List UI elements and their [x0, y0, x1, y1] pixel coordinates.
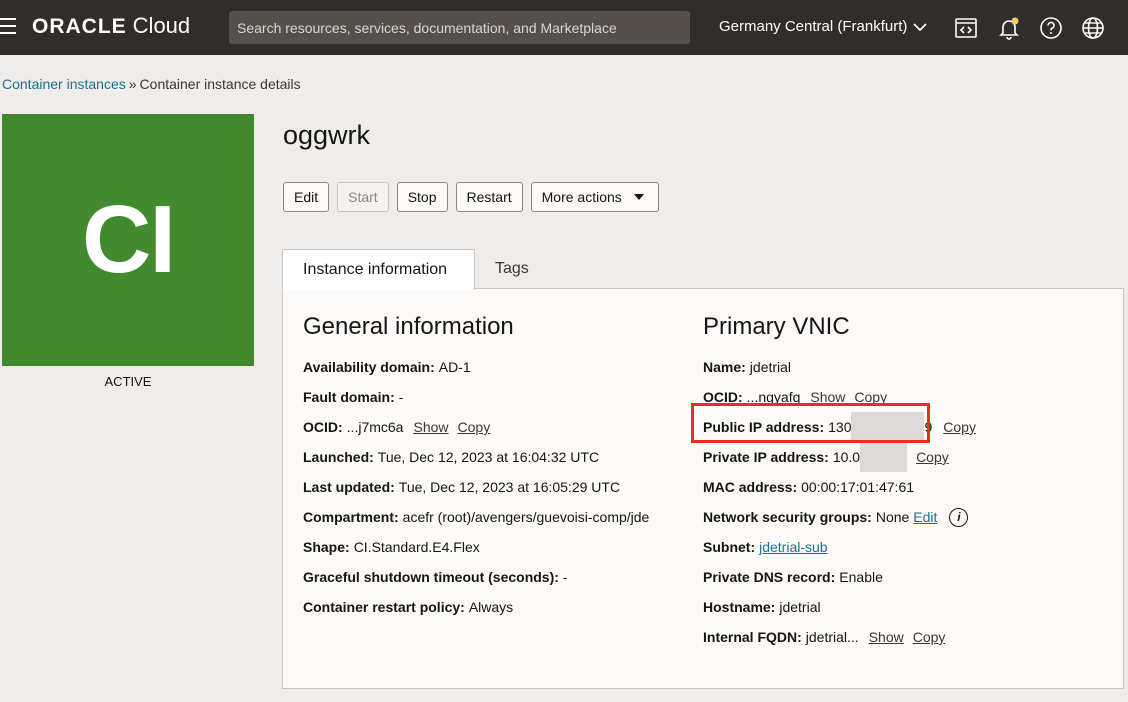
fqdn-show-link[interactable]: Show: [869, 629, 904, 645]
chevron-down-icon: [913, 22, 928, 31]
search-input[interactable]: [229, 11, 690, 44]
instance-badge: CI: [2, 114, 254, 366]
breadcrumb: Container instances» Container instance d…: [2, 76, 301, 92]
action-bar: Edit Start Stop Restart More actions: [283, 182, 667, 212]
primary-vnic-heading: Primary VNIC: [703, 313, 850, 340]
menu-icon[interactable]: [0, 18, 16, 36]
ocid-show-link[interactable]: Show: [413, 419, 448, 435]
breadcrumb-container-instances[interactable]: Container instances: [2, 76, 126, 92]
nsg-edit-link[interactable]: Edit: [913, 509, 937, 525]
tab-instance-information[interactable]: Instance information: [282, 249, 475, 290]
top-navigation-bar: ORACLE Cloud Germany Central (Frankfurt): [0, 0, 1128, 55]
availability-domain-row: Availability domain: AD-1: [303, 359, 471, 375]
bell-icon[interactable]: [994, 13, 1024, 43]
help-icon[interactable]: [1036, 13, 1066, 43]
fault-domain-row: Fault domain: -: [303, 389, 404, 405]
brand-cloud: Cloud: [132, 13, 191, 38]
caret-down-icon: [633, 194, 644, 200]
primary-vnic-section: Primary VNIC Name: jdetrial OCID: ...ngyaf…: [703, 313, 976, 652]
general-information-heading: General information: [303, 313, 514, 340]
network-security-groups-row: Network security groups: None Edit i: [703, 502, 976, 532]
oracle-cloud-logo[interactable]: ORACLE Cloud: [32, 13, 190, 39]
general-information-section: General information Availability domain:…: [303, 313, 649, 622]
globe-icon[interactable]: [1078, 13, 1108, 43]
breadcrumb-separator: »: [128, 76, 137, 92]
private-dns-row: Private DNS record: Enable: [703, 569, 883, 585]
graceful-shutdown-row: Graceful shutdown timeout (seconds): -: [303, 569, 568, 585]
more-actions-button[interactable]: More actions: [530, 182, 659, 212]
instance-badge-text: CI: [82, 186, 176, 293]
details-panel: General information Availability domain:…: [282, 288, 1124, 689]
info-icon[interactable]: i: [949, 507, 969, 527]
compartment-row: Compartment: acefr (root)/avengers/guevoi…: [303, 509, 650, 525]
breadcrumb-current: Container instance details: [139, 76, 301, 92]
code-editor-icon[interactable]: [951, 13, 981, 43]
private-ip-row: Private IP address: 10.0 Copy: [703, 442, 976, 472]
ocid-row: OCID: ...j7mc6a Show Copy: [303, 419, 491, 435]
tab-tags[interactable]: Tags: [495, 249, 529, 289]
private-ip-copy-link[interactable]: Copy: [916, 449, 949, 465]
highlight-box: [691, 403, 930, 443]
stop-button[interactable]: Stop: [396, 182, 448, 212]
start-button[interactable]: Start: [337, 182, 389, 212]
subnet-row: Subnet: jdetrial-sub: [703, 539, 828, 555]
instance-state: ACTIVE: [104, 374, 152, 389]
region-label: Germany Central (Frankfurt): [719, 18, 908, 35]
fqdn-copy-link[interactable]: Copy: [913, 629, 946, 645]
region-selector[interactable]: Germany Central (Frankfurt): [719, 18, 928, 35]
restart-policy-row: Container restart policy: Always: [303, 599, 514, 615]
hostname-row: Hostname: jdetrial: [703, 599, 821, 615]
subnet-link[interactable]: jdetrial-sub: [759, 539, 827, 555]
restart-button[interactable]: Restart: [455, 182, 523, 212]
edit-button[interactable]: Edit: [283, 182, 330, 212]
ocid-copy-link[interactable]: Copy: [458, 419, 491, 435]
launched-row: Launched: Tue, Dec 12, 2023 at 16:04:32 U…: [303, 449, 600, 465]
public-ip-copy-link[interactable]: Copy: [943, 419, 976, 435]
more-actions-label: More actions: [541, 189, 622, 205]
shape-row: Shape: CI.Standard.E4.Flex: [303, 539, 480, 555]
last-updated-row: Last updated: Tue, Dec 12, 2023 at 16:05:…: [303, 479, 621, 495]
redacted-value: [860, 442, 908, 472]
brand-oracle: ORACLE: [32, 15, 127, 38]
internal-fqdn-row: Internal FQDN: jdetrial... Show Copy: [703, 629, 946, 645]
page-title: oggwrk: [283, 120, 371, 150]
vnic-name-row: Name: jdetrial: [703, 359, 792, 375]
mac-address-row: MAC address: 00:00:17:01:47:61: [703, 479, 915, 495]
